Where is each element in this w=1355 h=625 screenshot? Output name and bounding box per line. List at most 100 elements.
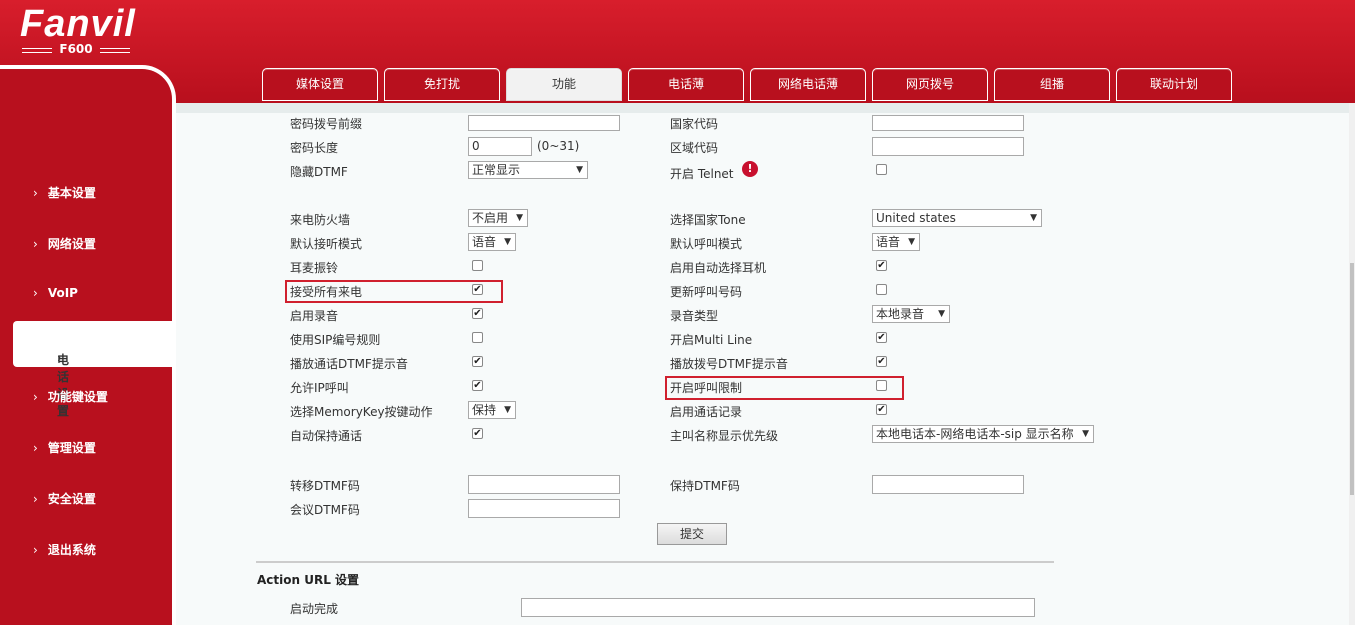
sidebar-item-label: 基本设置 — [47, 186, 96, 200]
play-call-dtmf-label: 播放通话DTMF提示音 — [290, 357, 408, 371]
headset-ring-label: 耳麦振铃 — [290, 261, 339, 275]
auto-hold-checkbox[interactable]: ✔ — [472, 428, 483, 439]
sidebar-item-logout[interactable]: › 退出系统 — [33, 541, 96, 558]
update-call-number-checkbox[interactable] — [876, 284, 887, 295]
sidebar-item-label: 功能键设置 — [47, 390, 108, 404]
default-call-mode-select[interactable]: 语音 ▼ — [872, 233, 920, 251]
sidebar-item-network[interactable]: › 网络设置 — [33, 235, 96, 252]
accept-all-calls-checkbox[interactable]: ✔ — [472, 284, 483, 295]
auto-headset-label: 启用自动选择耳机 — [670, 261, 767, 275]
sidebar-item-label: 网络设置 — [47, 237, 96, 251]
scrollbar[interactable] — [1349, 103, 1355, 625]
play-call-dtmf-checkbox[interactable]: ✔ — [472, 356, 483, 367]
enable-recording-checkbox[interactable]: ✔ — [472, 308, 483, 319]
headset-ring-checkbox[interactable] — [472, 260, 483, 271]
country-tone-select[interactable]: United states ▼ — [872, 209, 1042, 227]
country-tone-value: United states — [876, 211, 956, 225]
sidebar-item-function-keys[interactable]: › 功能键设置 — [33, 388, 108, 405]
call-firewall-value: 不启用 — [472, 211, 509, 225]
chevron-down-icon: ▼ — [1030, 213, 1037, 223]
enable-telnet-label: 开启 Telnet — [670, 167, 734, 181]
play-dial-dtmf-checkbox[interactable]: ✔ — [876, 356, 887, 367]
auto-headset-checkbox[interactable]: ✔ — [876, 260, 887, 271]
chevron-right-icon: › — [33, 237, 38, 251]
multi-line-label: 开启Multi Line — [670, 333, 753, 347]
sidebar-item-label: 电话设置 — [57, 353, 70, 418]
sidebar-item-management[interactable]: › 管理设置 — [33, 439, 96, 456]
default-answer-mode-select[interactable]: 语音 ▼ — [468, 233, 516, 251]
chevron-down-icon: ▼ — [504, 237, 511, 247]
tab-action-plan[interactable]: 联动计划 — [1116, 68, 1232, 101]
call-firewall-label: 来电防火墙 — [290, 213, 351, 227]
hide-dtmf-label: 隐藏DTMF — [290, 165, 348, 179]
sidebar-item-basic[interactable]: › 基本设置 — [33, 184, 96, 201]
caller-name-priority-value: 本地电话本-网络电话本-sip 显示名称 — [876, 427, 1074, 441]
chevron-right-icon: › — [33, 441, 38, 455]
memorykey-action-label: 选择MemoryKey按键动作 — [290, 405, 433, 419]
chevron-down-icon: ▼ — [576, 165, 583, 175]
call-log-label: 启用通话记录 — [670, 405, 743, 419]
submit-button[interactable]: 提交 — [657, 523, 727, 545]
tab-features[interactable]: 功能 — [506, 68, 622, 101]
chevron-right-icon: › — [33, 286, 38, 300]
area-code-label: 区域代码 — [670, 141, 719, 155]
tab-network-phonebook[interactable]: 网络电话薄 — [750, 68, 866, 101]
boot-complete-input[interactable] — [521, 598, 1035, 617]
enable-telnet-checkbox[interactable] — [876, 164, 887, 175]
call-log-checkbox[interactable]: ✔ — [876, 404, 887, 415]
call-restriction-label: 开启呼叫限制 — [670, 381, 743, 395]
chevron-down-icon: ▼ — [938, 309, 945, 319]
update-call-number-label: 更新呼叫号码 — [670, 285, 743, 299]
hold-dtmf-input[interactable] — [872, 475, 1024, 494]
accept-all-calls-label: 接受所有来电 — [290, 285, 363, 299]
password-length-hint: (0~31) — [537, 139, 580, 153]
caller-name-priority-label: 主叫名称显示优先级 — [670, 429, 779, 443]
chevron-down-icon: ▼ — [1082, 429, 1089, 439]
chevron-right-icon: › — [33, 390, 38, 404]
tab-multicast[interactable]: 组播 — [994, 68, 1110, 101]
scrollbar-thumb[interactable] — [1350, 263, 1354, 495]
conference-dtmf-input[interactable] — [468, 499, 620, 518]
recording-type-select[interactable]: 本地录音 ▼ — [872, 305, 950, 323]
memorykey-action-select[interactable]: 保持 ▼ — [468, 401, 516, 419]
country-code-label: 国家代码 — [670, 117, 719, 131]
default-answer-mode-label: 默认接听模式 — [290, 237, 363, 251]
memorykey-action-value: 保持 — [472, 403, 497, 417]
chevron-down-icon: ▼ — [516, 213, 523, 223]
chevron-right-icon: › — [33, 186, 38, 200]
hide-dtmf-select[interactable]: 正常显示 ▼ — [468, 161, 588, 179]
tab-dnd[interactable]: 免打扰 — [384, 68, 500, 101]
fanvil-logo: Fanvil F600 — [20, 4, 136, 56]
sidebar-item-voip[interactable]: › VoIP — [33, 286, 78, 300]
area-code-input[interactable] — [872, 137, 1024, 156]
call-firewall-select[interactable]: 不启用 ▼ — [468, 209, 528, 227]
allow-ip-call-checkbox[interactable]: ✔ — [472, 380, 483, 391]
auto-hold-label: 自动保持通话 — [290, 429, 363, 443]
password-length-label: 密码长度 — [290, 141, 339, 155]
tab-media[interactable]: 媒体设置 — [262, 68, 378, 101]
call-restriction-checkbox[interactable] — [876, 380, 887, 391]
sidebar-item-label: VoIP — [47, 286, 78, 300]
sidebar-item-label: 退出系统 — [47, 543, 96, 557]
allow-ip-call-label: 允许IP呼叫 — [290, 381, 349, 395]
tab-web-dial[interactable]: 网页拨号 — [872, 68, 988, 101]
sidebar-item-label: 安全设置 — [47, 492, 96, 506]
chevron-down-icon: ▼ — [504, 405, 511, 415]
sidebar-item-security[interactable]: › 安全设置 — [33, 490, 96, 507]
caller-name-priority-select[interactable]: 本地电话本-网络电话本-sip 显示名称 ▼ — [872, 425, 1094, 443]
password-dial-prefix-input[interactable] — [468, 115, 620, 131]
chevron-down-icon: ▼ — [908, 237, 915, 247]
tab-phonebook[interactable]: 电话薄 — [628, 68, 744, 101]
recording-type-label: 录音类型 — [670, 309, 719, 323]
sidebar-item-phone-settings[interactable]: › 电话设置 — [13, 321, 173, 418]
use-sip-dial-rule-checkbox[interactable] — [472, 332, 483, 343]
model-name: F600 — [20, 42, 132, 56]
section-divider — [256, 561, 1054, 563]
transfer-dtmf-input[interactable] — [468, 475, 620, 494]
default-call-mode-label: 默认呼叫模式 — [670, 237, 743, 251]
country-code-input[interactable] — [872, 115, 1024, 131]
default-call-mode-value: 语音 — [876, 235, 901, 249]
password-length-input[interactable]: 0 — [468, 137, 532, 156]
multi-line-checkbox[interactable]: ✔ — [876, 332, 887, 343]
action-url-section-title: Action URL 设置 — [257, 573, 360, 587]
